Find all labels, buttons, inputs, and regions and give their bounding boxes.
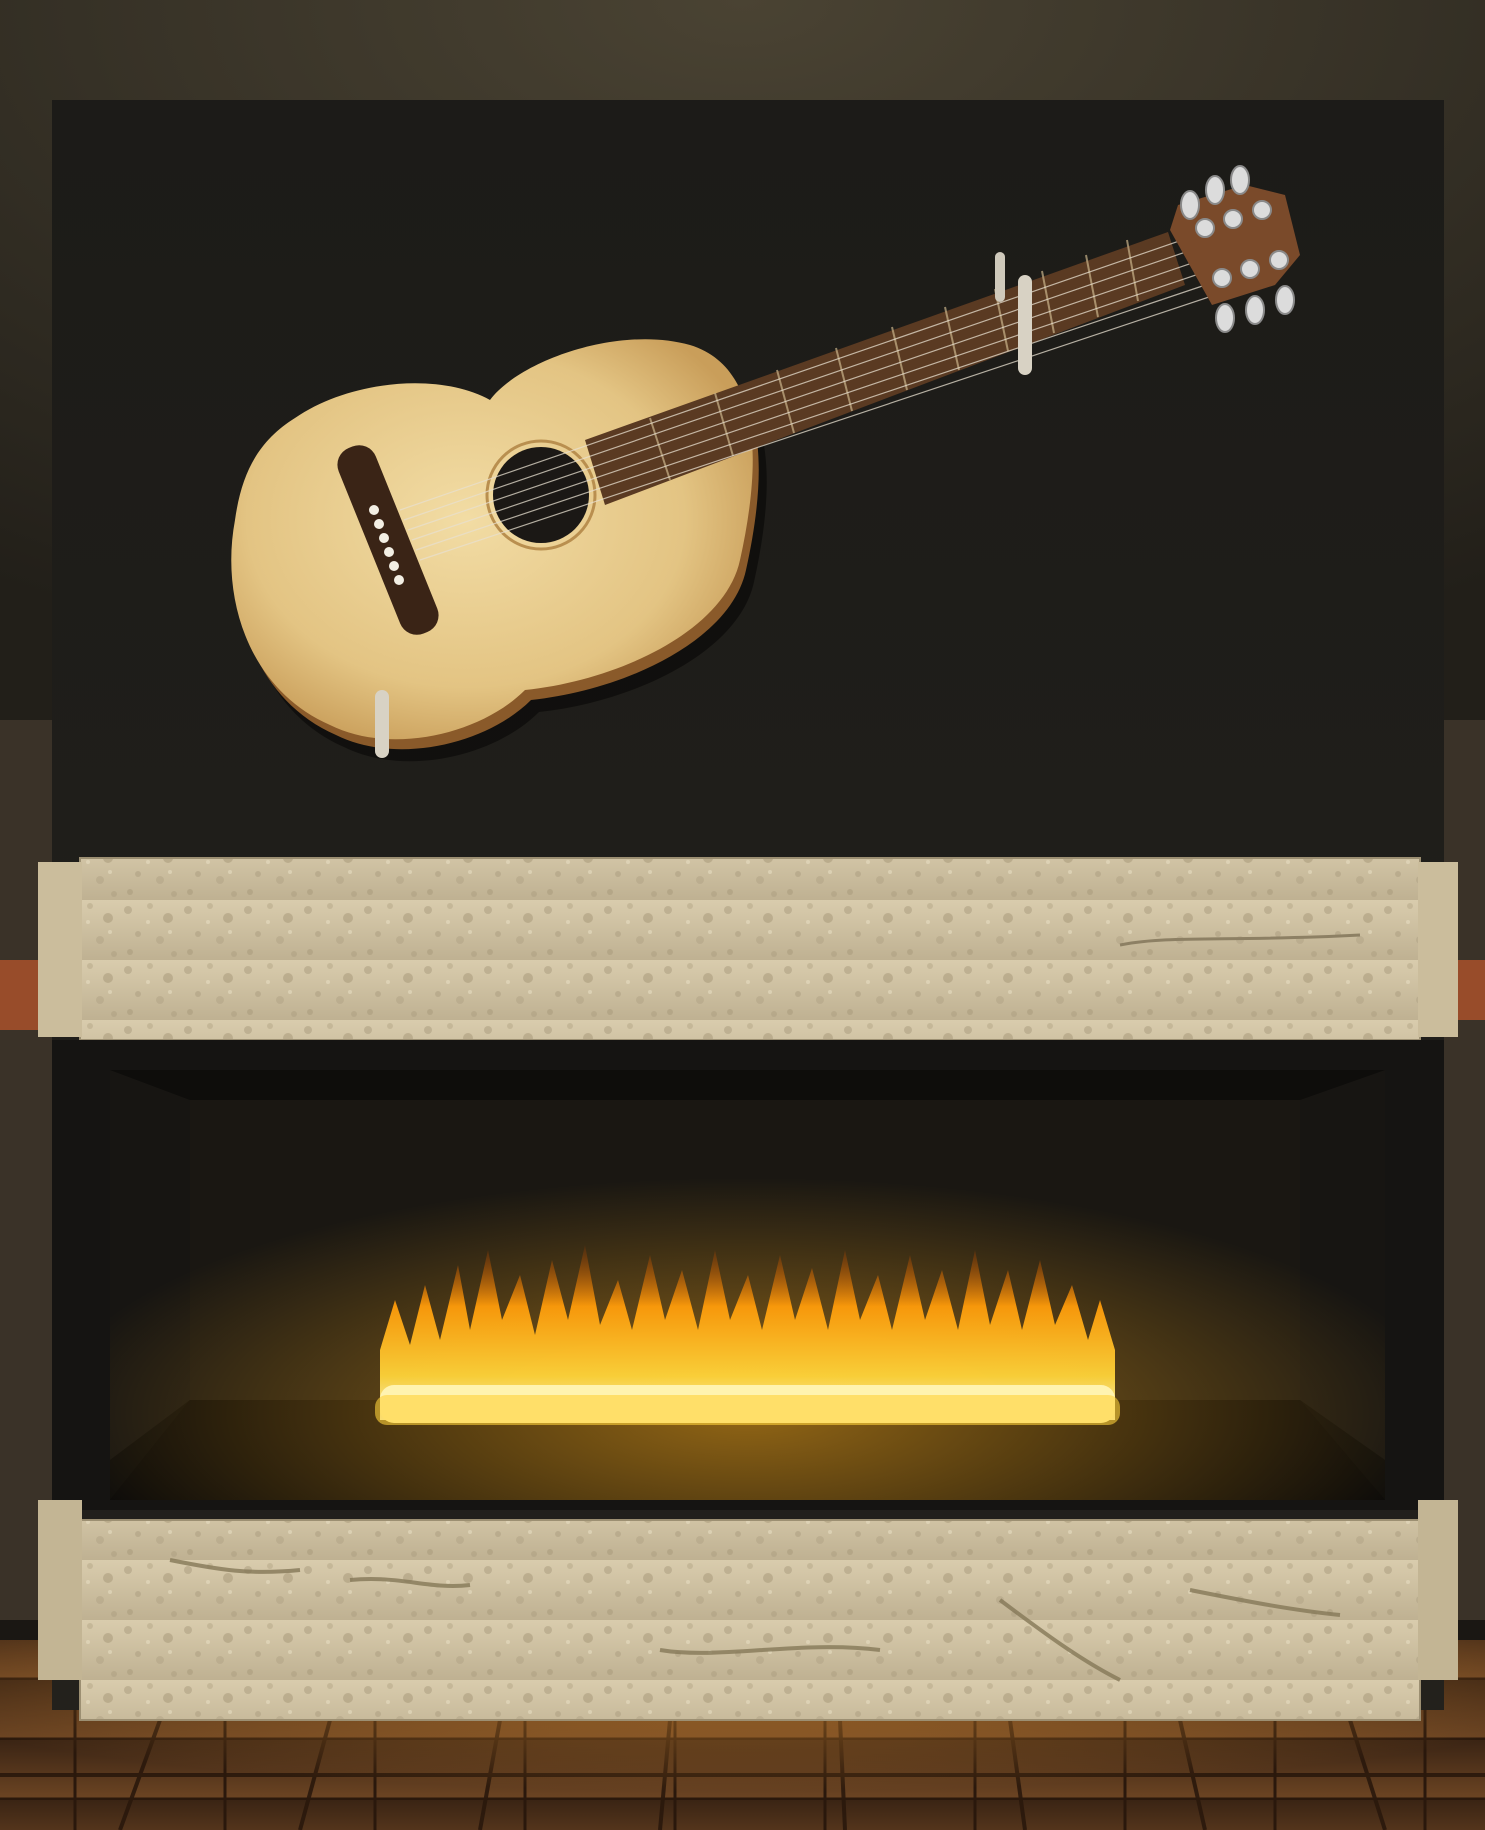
mantel-stone <box>80 858 1420 1040</box>
wall-hook-upper <box>1018 275 1032 375</box>
hearth-stone <box>80 1520 1420 1720</box>
scene-render <box>0 0 1485 1830</box>
wall-hook-lower <box>375 690 389 758</box>
fireplace-scene <box>0 0 1485 1830</box>
room-left <box>0 720 60 1620</box>
wall-hook-upper-back <box>995 252 1005 302</box>
